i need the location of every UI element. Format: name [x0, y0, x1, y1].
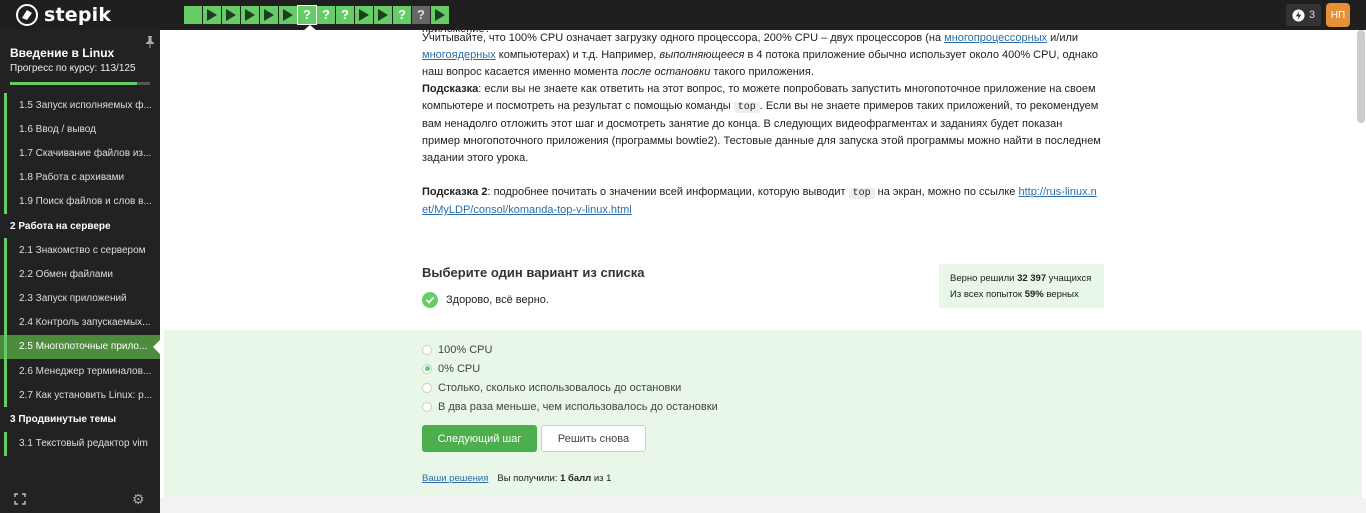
question-tail: приложение?	[422, 23, 491, 35]
logo-text: stepik	[44, 4, 112, 26]
play-icon	[226, 9, 236, 21]
play-icon	[245, 9, 255, 21]
step-10[interactable]	[355, 6, 373, 24]
step-12[interactable]: ?	[393, 6, 411, 24]
answer-option[interactable]: 100% CPU	[422, 340, 718, 359]
check-icon	[422, 292, 438, 308]
sidebar-lesson[interactable]: 2.3 Запуск приложений	[0, 286, 160, 311]
pin-icon[interactable]	[145, 36, 155, 51]
stepik-logo-icon	[16, 4, 38, 26]
page-scrollbar[interactable]	[1357, 30, 1365, 123]
sidebar-lesson[interactable]: 3.1 Текстовый редактор vim	[0, 431, 160, 456]
sidebar-lesson[interactable]: 2.7 Как установить Linux: р...	[0, 383, 160, 408]
sidebar-lesson[interactable]: 2.2 Обмен файлами	[0, 262, 160, 287]
notifications-button[interactable]: 3	[1286, 4, 1322, 26]
retry-button[interactable]: Решить снова	[541, 425, 646, 452]
course-title[interactable]: Введение в Linux	[10, 46, 114, 60]
play-icon	[283, 9, 293, 21]
sidebar-lesson[interactable]: 1.6 Ввод / вывод	[0, 117, 160, 142]
my-solutions-link[interactable]: Ваши решения	[422, 473, 488, 484]
question-icon: ?	[303, 7, 311, 22]
link-multicore[interactable]: многоядерных	[422, 49, 496, 61]
paragraph-cpu: Учитывайте, что 100% CPU означает загруз…	[422, 32, 1099, 78]
radio-button[interactable]	[422, 401, 432, 412]
quiz-status: Здорово, всё верно.	[422, 292, 549, 308]
code-top-2: top	[848, 188, 875, 199]
answer-options: 100% CPU 0% CPU Столько, сколько использов…	[422, 340, 718, 416]
step-1[interactable]	[184, 6, 202, 24]
step-11[interactable]	[374, 6, 392, 24]
gear-icon[interactable]: ⚙	[132, 491, 145, 508]
next-step-button[interactable]: Следующий шаг	[422, 425, 537, 452]
course-progress-fill	[10, 82, 137, 85]
radio-button[interactable]	[422, 382, 432, 393]
status-text: Здорово, всё верно.	[446, 294, 549, 306]
avatar[interactable]: НП	[1326, 3, 1350, 27]
sidebar-lesson[interactable]: 1.7 Скачивание файлов из...	[0, 141, 160, 166]
step-8[interactable]: ?	[317, 6, 335, 24]
step-2[interactable]	[203, 6, 221, 24]
option-label: В два раза меньше, чем использовалось до…	[438, 400, 718, 413]
sidebar-lesson[interactable]: 1.5 Запуск исполняемых ф...	[0, 93, 160, 118]
lesson-list: 1.5 Запуск исполняемых ф... 1.6 Ввод / вы…	[0, 93, 160, 456]
answer-option[interactable]: 0% CPU	[422, 359, 718, 378]
play-icon	[378, 9, 388, 21]
step-6[interactable]	[279, 6, 297, 24]
step-text: приложение? Учитывайте, что 100% CPU озн…	[422, 23, 1102, 219]
sidebar-section[interactable]: 3 Продвинутые темы	[0, 407, 160, 431]
question-icon: ?	[322, 7, 330, 22]
solutions-bar: Ваши решения Вы получили: 1 балл из 1	[422, 473, 611, 484]
option-label: 100% CPU	[438, 343, 493, 356]
question-icon: ?	[341, 7, 349, 22]
radio-button[interactable]	[422, 344, 432, 355]
question-icon: ?	[398, 7, 406, 22]
stats-attempts: Из всех попыток 59% верных	[950, 289, 1079, 300]
play-icon	[435, 9, 445, 21]
paragraph-hint2: Подсказка 2: подробнее почитать о значен…	[422, 186, 1097, 216]
play-icon	[264, 9, 274, 21]
notifications-count: 3	[1309, 9, 1316, 21]
sidebar-lesson[interactable]: 2.6 Менеджер терминалов...	[0, 359, 160, 384]
option-label: 0% CPU	[438, 362, 481, 375]
sidebar-lesson[interactable]: 2.4 Контроль запускаемых...	[0, 310, 160, 335]
course-progress-label: Прогресс по курсу: 113/125	[10, 63, 136, 74]
answer-option[interactable]: Столько, сколько использовалось до остан…	[422, 378, 718, 397]
fullscreen-icon[interactable]	[14, 493, 26, 508]
step-3[interactable]	[222, 6, 240, 24]
option-label: Столько, сколько использовалось до остан…	[438, 381, 682, 394]
answer-option[interactable]: В два раза меньше, чем использовалось до…	[422, 397, 718, 416]
sidebar-footer: ⚙	[0, 485, 160, 513]
step-9[interactable]: ?	[336, 6, 354, 24]
paragraph-hint1: Подсказка: если вы не знаете как ответит…	[422, 83, 1101, 164]
step-navigation: ?????	[184, 5, 449, 25]
bolt-icon	[1292, 8, 1305, 22]
link-multiprocessor[interactable]: многопроцессорных	[944, 32, 1047, 44]
radio-button[interactable]	[422, 363, 432, 374]
stepik-logo[interactable]: stepik	[16, 3, 111, 27]
course-sidebar: Введение в Linux Прогресс по курсу: 113/…	[0, 30, 160, 513]
sidebar-lesson[interactable]: 2.5 Многопоточные прило...	[0, 334, 160, 360]
sidebar-lesson[interactable]: 1.8 Работа с архивами	[0, 165, 160, 190]
sidebar-section[interactable]: 2 Работа на сервере	[0, 214, 160, 238]
sidebar-lesson[interactable]: 2.1 Знакомство с сервером	[0, 238, 160, 263]
course-progress-bar	[10, 82, 150, 85]
comments-strip	[160, 498, 1366, 513]
step-4[interactable]	[241, 6, 259, 24]
stats-solved: Верно решили 32 397 учащихся	[950, 273, 1092, 284]
top-bar: stepik ????? 3 НП	[0, 0, 1366, 31]
answer-area	[164, 330, 1362, 498]
sidebar-lesson[interactable]: 1.9 Поиск файлов и слов в...	[0, 189, 160, 214]
score-text: Вы получили: 1 балл из 1	[497, 473, 612, 484]
quiz-title: Выберите один вариант из списка	[422, 265, 645, 280]
play-icon	[359, 9, 369, 21]
step-5[interactable]	[260, 6, 278, 24]
code-top: top	[733, 102, 760, 113]
quiz-stats: Верно решили 32 397 учащихся Из всех поп…	[939, 264, 1104, 308]
play-icon	[207, 9, 217, 21]
step-7[interactable]: ?	[297, 5, 317, 25]
